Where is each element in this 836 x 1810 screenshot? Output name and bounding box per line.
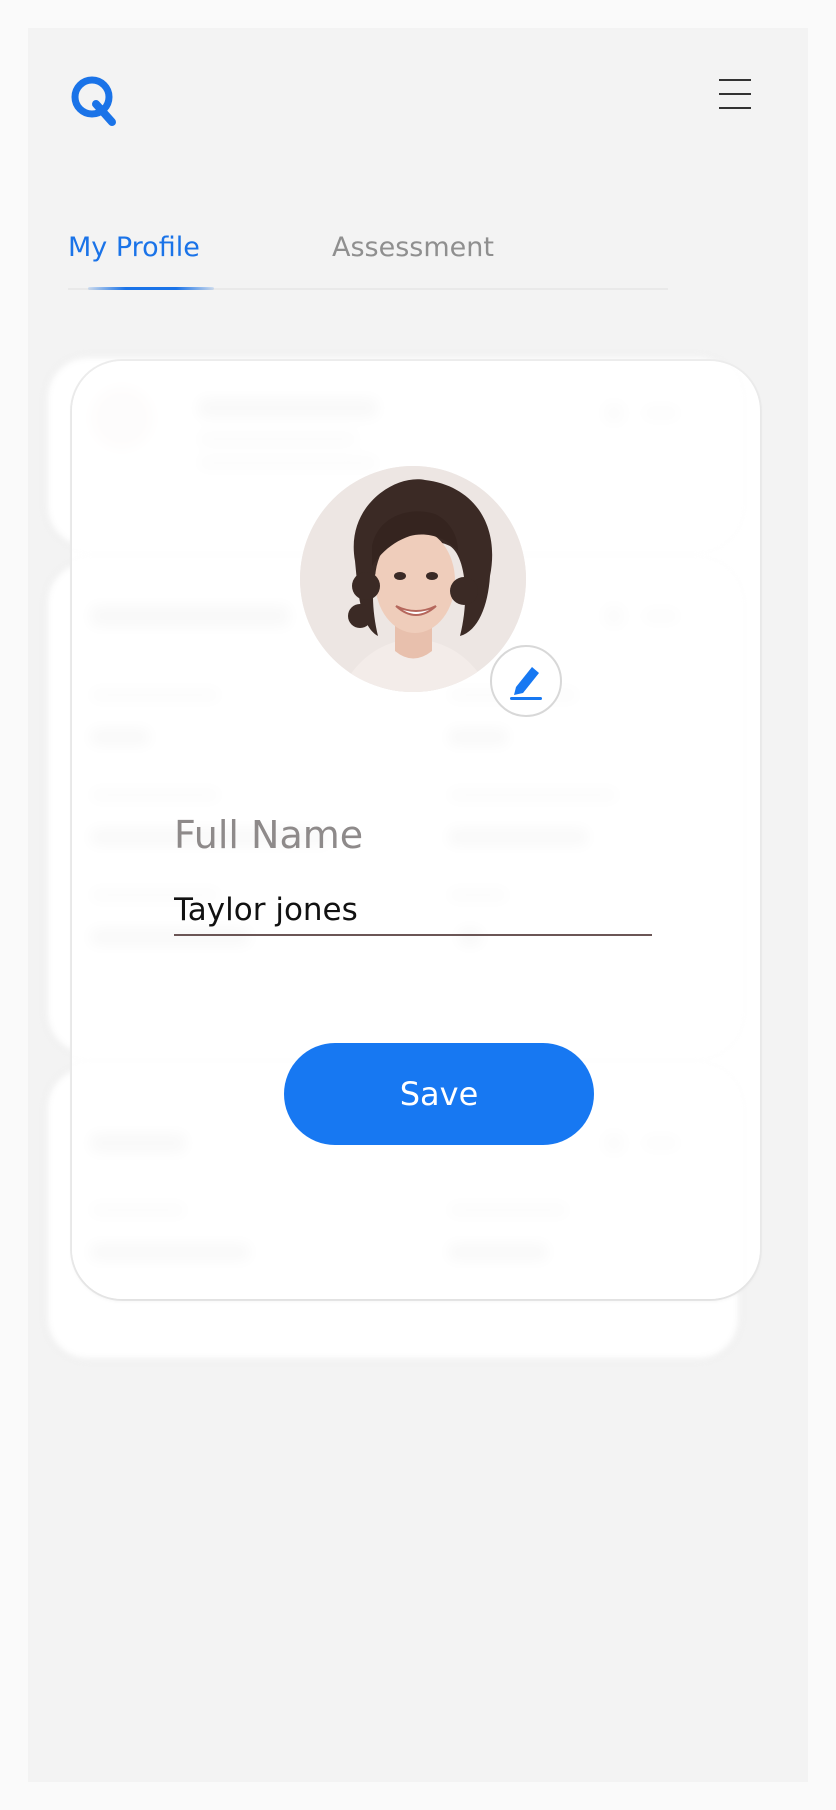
full-name-label: Full Name	[174, 813, 364, 857]
active-tab-indicator	[88, 287, 214, 290]
hamburger-menu-icon[interactable]	[719, 79, 755, 109]
pencil-icon	[510, 667, 542, 700]
app-page: My Profile Assessment Full Name Taylor j…	[28, 28, 808, 1782]
edit-name-modal: Full Name Save	[72, 361, 760, 1299]
full-name-input[interactable]	[174, 886, 652, 936]
avatar	[300, 466, 526, 692]
tab-my-profile[interactable]: My Profile	[68, 228, 200, 268]
save-button[interactable]: Save	[284, 1043, 594, 1145]
profile-tabs: My Profile Assessment	[68, 228, 668, 290]
profile-photo	[300, 466, 526, 692]
app-logo[interactable]	[68, 68, 124, 134]
tab-assessment[interactable]: Assessment	[332, 228, 494, 268]
edit-photo-button[interactable]	[490, 645, 562, 717]
